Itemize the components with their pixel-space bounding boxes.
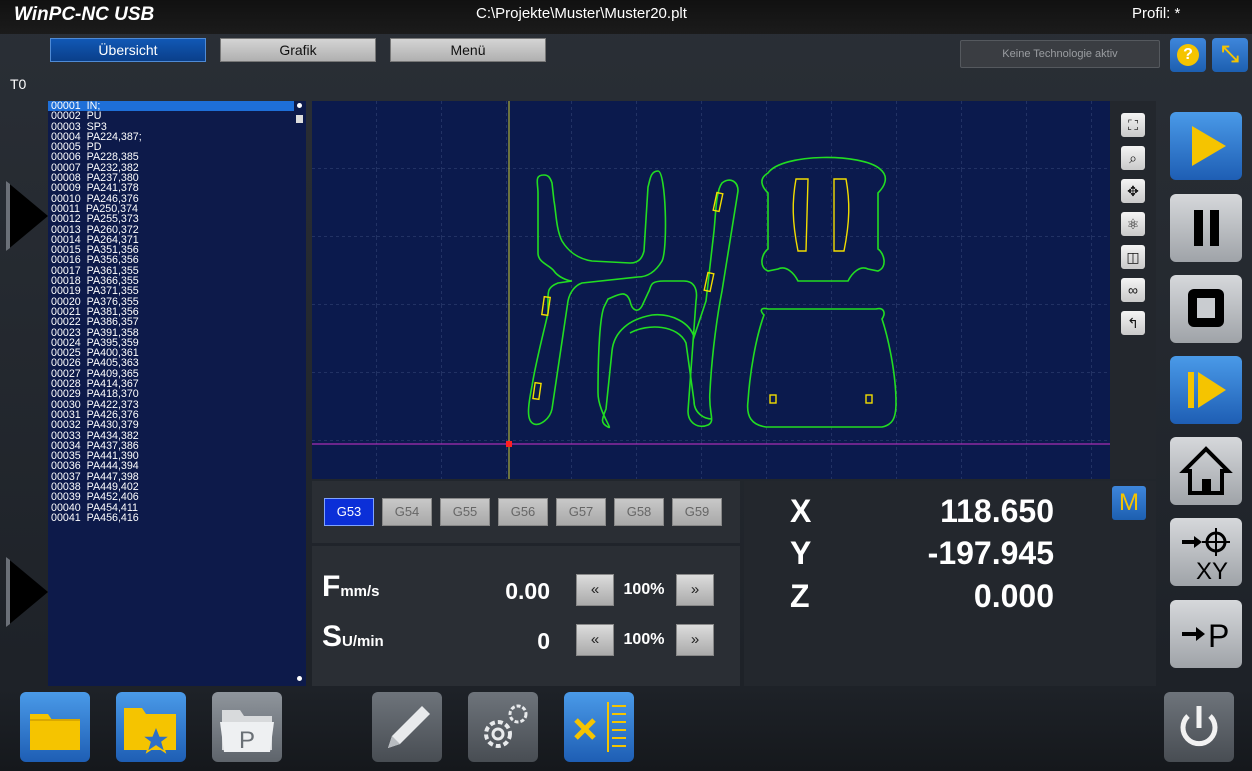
power-icon [1180,706,1218,747]
tab-menu[interactable]: Menü [390,38,546,62]
offset-g55-button[interactable]: G55 [440,498,490,526]
graphic-view[interactable] [312,101,1110,479]
spindle-decrease-button[interactable]: « [576,624,614,656]
code-line[interactable]: 00041 PA456,416 [48,512,306,523]
spindle-increase-button[interactable]: » [676,624,714,656]
feed-label: Fmm/s [322,570,380,603]
z-axis-label: Z [790,578,810,614]
help-icon: ? [1177,44,1199,66]
tools-list-icon [574,702,626,752]
view-3d-icon[interactable]: ⚛ [1121,212,1145,236]
tab-graphic[interactable]: Grafik [220,38,376,62]
offset-g57-button[interactable]: G57 [556,498,606,526]
technology-button[interactable] [564,692,634,762]
main-window: WinPC-NC USB C:\Projekte\Muster\Muster20… [0,0,1252,771]
feed-override: 100% [623,581,665,598]
tab-overview[interactable]: Übersicht [50,38,206,62]
favorites-folder-button[interactable] [116,692,186,762]
cube-view-icon[interactable]: ◫ [1121,245,1145,269]
glasses-icon[interactable]: ∞ [1121,278,1145,302]
offset-g56-button[interactable]: G56 [498,498,548,526]
step-forward-icon [1188,372,1226,408]
x-position: 118.650 [940,493,1054,529]
position-panel: X 118.650 Y -197.945 Z 0.000 [744,481,1156,686]
gears-icon [484,704,528,748]
svg-text:P: P [239,727,255,754]
spindle-value: 0 [537,628,550,654]
feed-value: 0.00 [505,578,550,604]
code-list[interactable]: 00001 IN; 00002 PU 00003 SP3 00004 PA224,38… [48,101,306,686]
scroll-down-arrow-icon[interactable] [6,557,48,627]
technology-status[interactable]: Keine Technologie aktiv [960,40,1160,68]
zoom-toolbar: ⛶ ⌕ ✥ ⚛ ◫ ∞ ↰ [1110,101,1156,479]
zoom-fit-icon[interactable]: ⛶ [1121,113,1145,137]
home-button[interactable] [1170,437,1242,505]
settings-button[interactable] [468,692,538,762]
app-title: WinPC-NC USB [14,4,155,25]
open-file-button[interactable] [20,692,90,762]
y-position: -197.945 [927,535,1054,571]
start-button[interactable] [1170,112,1242,180]
pause-button[interactable] [1170,194,1242,262]
edit-button[interactable] [372,692,442,762]
y-axis-label: Y [790,535,812,571]
code-line[interactable]: 00022 PA386,357 [48,317,306,328]
code-list-scrollbar[interactable] [294,101,306,686]
work-offset-selector: G53 G54 G55 G56 G57 G58 G59 [312,481,740,543]
folder-p-icon: P [220,710,274,754]
pencil-icon [388,706,430,748]
feed-unit: mm/s [340,583,380,600]
offset-g59-button[interactable]: G59 [672,498,722,526]
goto-park-label: P [1208,618,1230,654]
goto-xy-button[interactable]: XY [1170,518,1242,586]
goto-xy-label: XY [1196,558,1229,585]
feed-spindle-panel: Fmm/s 0.00 « 100% » SU/min 0 « 100% » [312,546,740,686]
play-icon [1192,126,1226,166]
parameter-folder-button[interactable]: P [212,692,282,762]
profile-label: Profil: * [1132,5,1181,22]
folder-star-icon [124,708,176,754]
pan-move-icon[interactable]: ✥ [1121,179,1145,203]
single-step-button[interactable] [1170,356,1242,424]
spindle-unit: U/min [342,633,384,650]
collapse-button[interactable]: ⤡ [1212,38,1248,72]
spindle-override: 100% [623,631,665,648]
stop-icon [1188,289,1224,327]
scroll-up-arrow-icon[interactable] [6,181,48,251]
toolpath-graphic [312,101,1110,479]
z-position: 0.000 [973,578,1054,614]
feed-increase-button[interactable]: » [676,574,714,606]
machine-position-marker [506,441,512,447]
offset-g53-button[interactable]: G53 [324,498,374,526]
home-icon [1179,446,1233,495]
file-path: C:\Projekte\Muster\Muster20.plt [476,5,687,22]
goto-park-icon [1182,627,1205,641]
collapse-arrows-icon: ⤡ [1221,41,1239,66]
offset-g58-button[interactable]: G58 [614,498,664,526]
goto-park-button[interactable]: P [1170,600,1242,668]
machine-coordinates-toggle[interactable]: M [1112,486,1146,520]
stop-button[interactable] [1170,275,1242,343]
zoom-magnifier-icon[interactable]: ⌕ [1121,146,1145,170]
undo-arrow-icon[interactable]: ↰ [1121,311,1145,335]
power-button[interactable] [1164,692,1234,762]
pause-icon [1194,210,1219,246]
folder-icon [30,714,80,750]
offset-g54-button[interactable]: G54 [382,498,432,526]
code-line[interactable]: 00032 PA430,379 [48,420,306,431]
feed-decrease-button[interactable]: « [576,574,614,606]
help-button[interactable]: ? [1170,38,1206,72]
tool-label: T0 [10,76,27,92]
spindle-label: SU/min [322,620,384,653]
x-axis-label: X [790,493,812,529]
